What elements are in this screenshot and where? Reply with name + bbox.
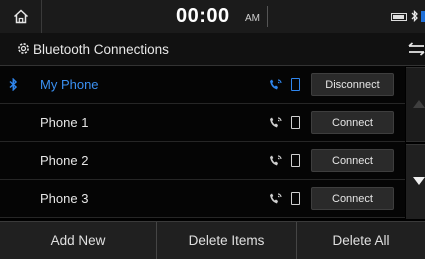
bottom-action-bar: Add New Delete Items Delete All xyxy=(0,221,425,259)
scroll-up-button[interactable] xyxy=(406,67,425,142)
handsfree-icon xyxy=(270,155,282,166)
battery-icon xyxy=(391,13,407,21)
status-divider xyxy=(267,6,268,27)
handsfree-icon xyxy=(270,79,282,90)
back-icon[interactable] xyxy=(408,42,425,56)
phone-audio-icon xyxy=(291,192,300,205)
add-new-button[interactable]: Add New xyxy=(0,222,157,259)
handsfree-icon xyxy=(270,193,282,204)
clock-ampm: AM xyxy=(245,13,260,24)
device-name: Phone 3 xyxy=(40,191,89,206)
arrow-down-icon xyxy=(413,177,425,185)
device-list: My Phone Disconnect Phone 1 Connect Phon… xyxy=(0,66,405,218)
gear-icon xyxy=(18,43,29,54)
device-name: Phone 1 xyxy=(40,115,89,130)
delete-all-button[interactable]: Delete All xyxy=(297,222,425,259)
clock-time: 00:00 xyxy=(176,5,230,27)
device-row-3[interactable]: Phone 3 Connect xyxy=(0,180,405,218)
connect-button[interactable]: Connect xyxy=(311,187,394,210)
device-name: My Phone xyxy=(40,77,99,92)
phone-audio-icon xyxy=(291,116,300,129)
phone-audio-icon xyxy=(291,78,300,91)
home-icon xyxy=(13,9,28,24)
bluetooth-icon xyxy=(9,78,18,91)
device-name: Phone 2 xyxy=(40,153,89,168)
delete-items-button[interactable]: Delete Items xyxy=(157,222,297,259)
disconnect-button[interactable]: Disconnect xyxy=(311,73,394,96)
device-row-0[interactable]: My Phone Disconnect xyxy=(0,66,405,104)
phone-audio-icon xyxy=(291,154,300,167)
device-row-1[interactable]: Phone 1 Connect xyxy=(0,104,405,142)
home-button[interactable] xyxy=(0,0,42,33)
bluetooth-audio-icon xyxy=(411,9,418,23)
device-row-2[interactable]: Phone 2 Connect xyxy=(0,142,405,180)
arrow-up-icon xyxy=(413,100,425,108)
connect-button[interactable]: Connect xyxy=(311,111,394,134)
status-bar: 00:00 AM xyxy=(0,0,425,33)
scroll-down-button[interactable] xyxy=(406,144,425,219)
status-edge-indicator xyxy=(421,11,425,22)
handsfree-icon xyxy=(270,117,282,128)
connect-button[interactable]: Connect xyxy=(311,149,394,172)
page-title: Bluetooth Connections xyxy=(33,42,169,57)
